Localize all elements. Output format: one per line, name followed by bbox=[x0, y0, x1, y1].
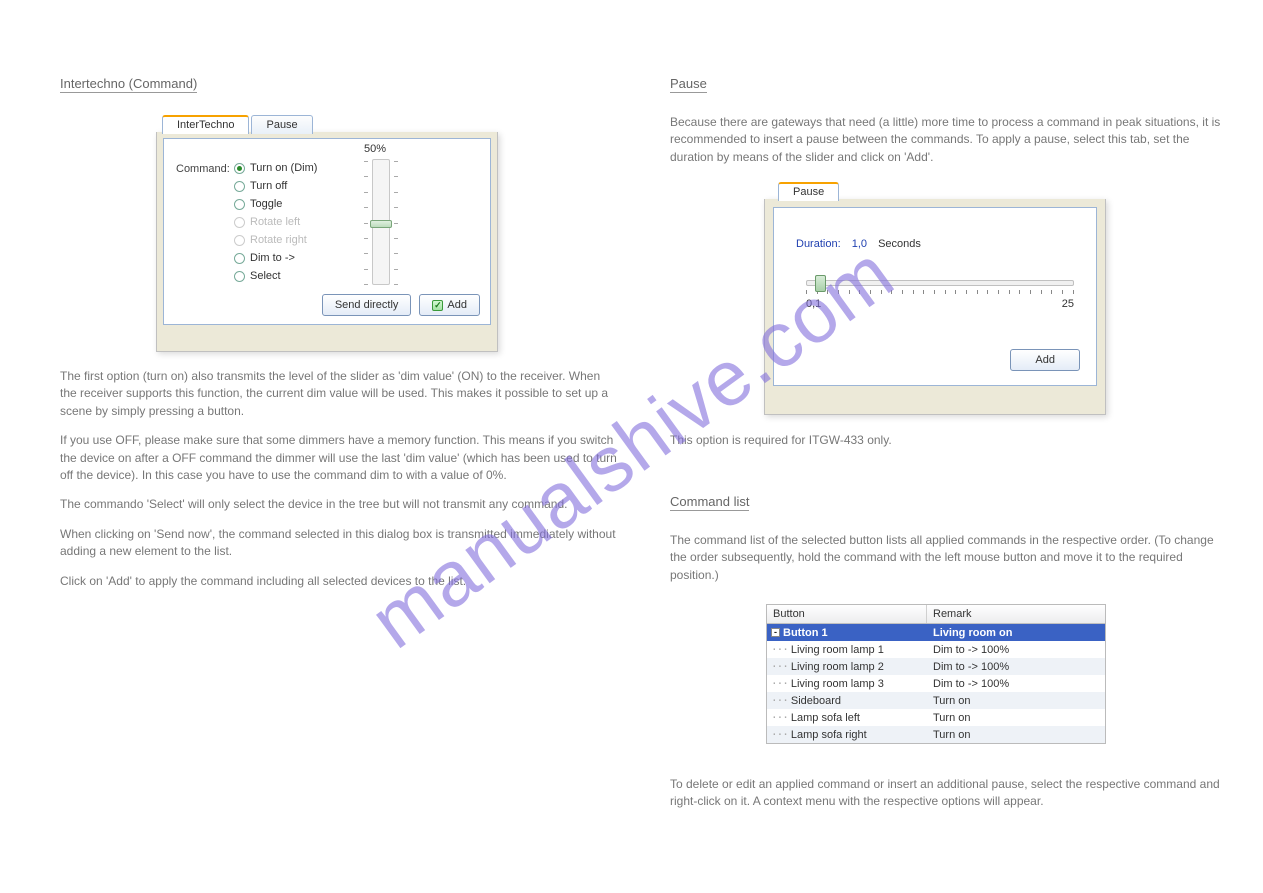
pause-slider-ticks bbox=[806, 290, 1074, 296]
send-directly-label: Send directly bbox=[335, 299, 399, 311]
add-label-1: Add bbox=[447, 299, 467, 311]
radio-rotate-right: Rotate right bbox=[234, 231, 317, 249]
row-button-label: Button 1 bbox=[783, 627, 828, 639]
add-label-2: Add bbox=[1035, 354, 1055, 366]
table-row[interactable]: -Button 1 Living room on bbox=[767, 624, 1105, 641]
slider-percent-label: 50% bbox=[364, 143, 386, 155]
row-button-label: Living room lamp 2 bbox=[791, 661, 884, 673]
duration-row: Duration: 1,0 Seconds bbox=[796, 238, 921, 250]
row-button-label: Living room lamp 1 bbox=[791, 644, 884, 656]
command-options: Turn on (Dim) Turn off Toggle Rotate lef… bbox=[234, 159, 317, 285]
table-row[interactable]: ···Living room lamp 2 Dim to -> 100% bbox=[767, 658, 1105, 675]
tree-connector-icon: ··· bbox=[771, 711, 788, 724]
body-para-left-3: The commando 'Select' will only select t… bbox=[60, 496, 620, 513]
col-button: Button bbox=[767, 605, 927, 623]
radio-turn-on-label: Turn on (Dim) bbox=[250, 162, 317, 174]
row-remark-label: Dim to -> 100% bbox=[927, 661, 1105, 673]
radio-rotate-left: Rotate left bbox=[234, 213, 317, 231]
table-row[interactable]: ···Sideboard Turn on bbox=[767, 692, 1105, 709]
row-remark-label: Turn on bbox=[927, 695, 1105, 707]
pause-slider-thumb[interactable] bbox=[815, 275, 826, 292]
body-para-left-2: If you use OFF, please make sure that so… bbox=[60, 432, 620, 484]
table-header: Button Remark bbox=[767, 605, 1105, 624]
dim-slider[interactable] bbox=[372, 159, 390, 285]
col-remark: Remark bbox=[927, 605, 1105, 623]
tree-connector-icon: ··· bbox=[771, 694, 788, 707]
radio-toggle-label: Toggle bbox=[250, 198, 282, 210]
pause-dialog: Pause Duration: 1,0 Seconds 0,1 bbox=[764, 182, 1106, 398]
tree-connector-icon: ··· bbox=[771, 677, 788, 690]
body-para-right-1: Because there are gateways that need (a … bbox=[670, 114, 1230, 166]
duration-label: Duration: bbox=[796, 238, 841, 250]
tree-expander-icon[interactable]: - bbox=[771, 628, 780, 637]
body-para-left-1: The first option (turn on) also transmit… bbox=[60, 368, 620, 420]
tab-pause-2[interactable]: Pause bbox=[778, 182, 839, 201]
command-list-table: Button Remark -Button 1 Living room on ··… bbox=[766, 604, 1106, 744]
table-row[interactable]: ···Lamp sofa right Turn on bbox=[767, 726, 1105, 743]
table-row[interactable]: ···Lamp sofa left Turn on bbox=[767, 709, 1105, 726]
row-button-label: Sideboard bbox=[791, 695, 841, 707]
duration-unit: Seconds bbox=[878, 238, 921, 250]
radio-dim-to[interactable]: Dim to -> bbox=[234, 249, 317, 267]
slider-ticks-right bbox=[394, 161, 398, 285]
row-remark-label: Living room on bbox=[927, 627, 1105, 639]
section-heading-intertechno: Intertechno (Command) bbox=[60, 76, 197, 93]
command-label: Command: bbox=[176, 163, 230, 175]
add-button-2[interactable]: Add bbox=[1010, 349, 1080, 371]
section-heading-command-list: Command list bbox=[670, 494, 749, 511]
dim-slider-thumb[interactable] bbox=[370, 220, 392, 228]
body-para-right-2: This option is required for ITGW-433 onl… bbox=[670, 432, 1230, 449]
row-button-label: Lamp sofa left bbox=[791, 712, 860, 724]
row-remark-label: Dim to -> 100% bbox=[927, 678, 1105, 690]
tab-pause-1[interactable]: Pause bbox=[251, 115, 312, 134]
tab-intertechno[interactable]: InterTechno bbox=[162, 115, 249, 134]
tree-connector-icon: ··· bbox=[771, 643, 788, 656]
check-icon: ✓ bbox=[432, 300, 443, 311]
radio-turn-on[interactable]: Turn on (Dim) bbox=[234, 159, 317, 177]
slider-min-label: 0,1 bbox=[806, 298, 821, 310]
radio-select-label: Select bbox=[250, 270, 281, 282]
row-button-label: Lamp sofa right bbox=[791, 729, 867, 741]
row-remark-label: Dim to -> 100% bbox=[927, 644, 1105, 656]
body-para-right-4: To delete or edit an applied command or … bbox=[670, 776, 1230, 811]
tree-connector-icon: ··· bbox=[771, 728, 788, 741]
row-remark-label: Turn on bbox=[927, 729, 1105, 741]
row-button-label: Living room lamp 3 bbox=[791, 678, 884, 690]
tree-connector-icon: ··· bbox=[771, 660, 788, 673]
slider-max-label: 25 bbox=[1062, 298, 1074, 310]
radio-dim-to-label: Dim to -> bbox=[250, 252, 295, 264]
radio-rotate-left-label: Rotate left bbox=[250, 216, 300, 228]
body-para-right-3: The command list of the selected button … bbox=[670, 532, 1230, 584]
radio-turn-off-label: Turn off bbox=[250, 180, 287, 192]
radio-select[interactable]: Select bbox=[234, 267, 317, 285]
add-button-1[interactable]: ✓ Add bbox=[419, 294, 480, 316]
body-para-left-5: Click on 'Add' to apply the command incl… bbox=[60, 573, 620, 590]
send-directly-button[interactable]: Send directly bbox=[322, 294, 412, 316]
slider-ticks-left bbox=[364, 161, 368, 285]
radio-toggle[interactable]: Toggle bbox=[234, 195, 317, 213]
intertechno-dialog: InterTechno Pause Command: Turn on (Dim)… bbox=[156, 115, 498, 335]
section-heading-pause: Pause bbox=[670, 76, 707, 93]
radio-rotate-right-label: Rotate right bbox=[250, 234, 307, 246]
duration-value: 1,0 bbox=[852, 238, 867, 250]
table-row[interactable]: ···Living room lamp 3 Dim to -> 100% bbox=[767, 675, 1105, 692]
table-row[interactable]: ···Living room lamp 1 Dim to -> 100% bbox=[767, 641, 1105, 658]
pause-slider[interactable] bbox=[806, 280, 1074, 286]
body-para-left-4: When clicking on 'Send now', the command… bbox=[60, 526, 620, 561]
radio-turn-off[interactable]: Turn off bbox=[234, 177, 317, 195]
row-remark-label: Turn on bbox=[927, 712, 1105, 724]
